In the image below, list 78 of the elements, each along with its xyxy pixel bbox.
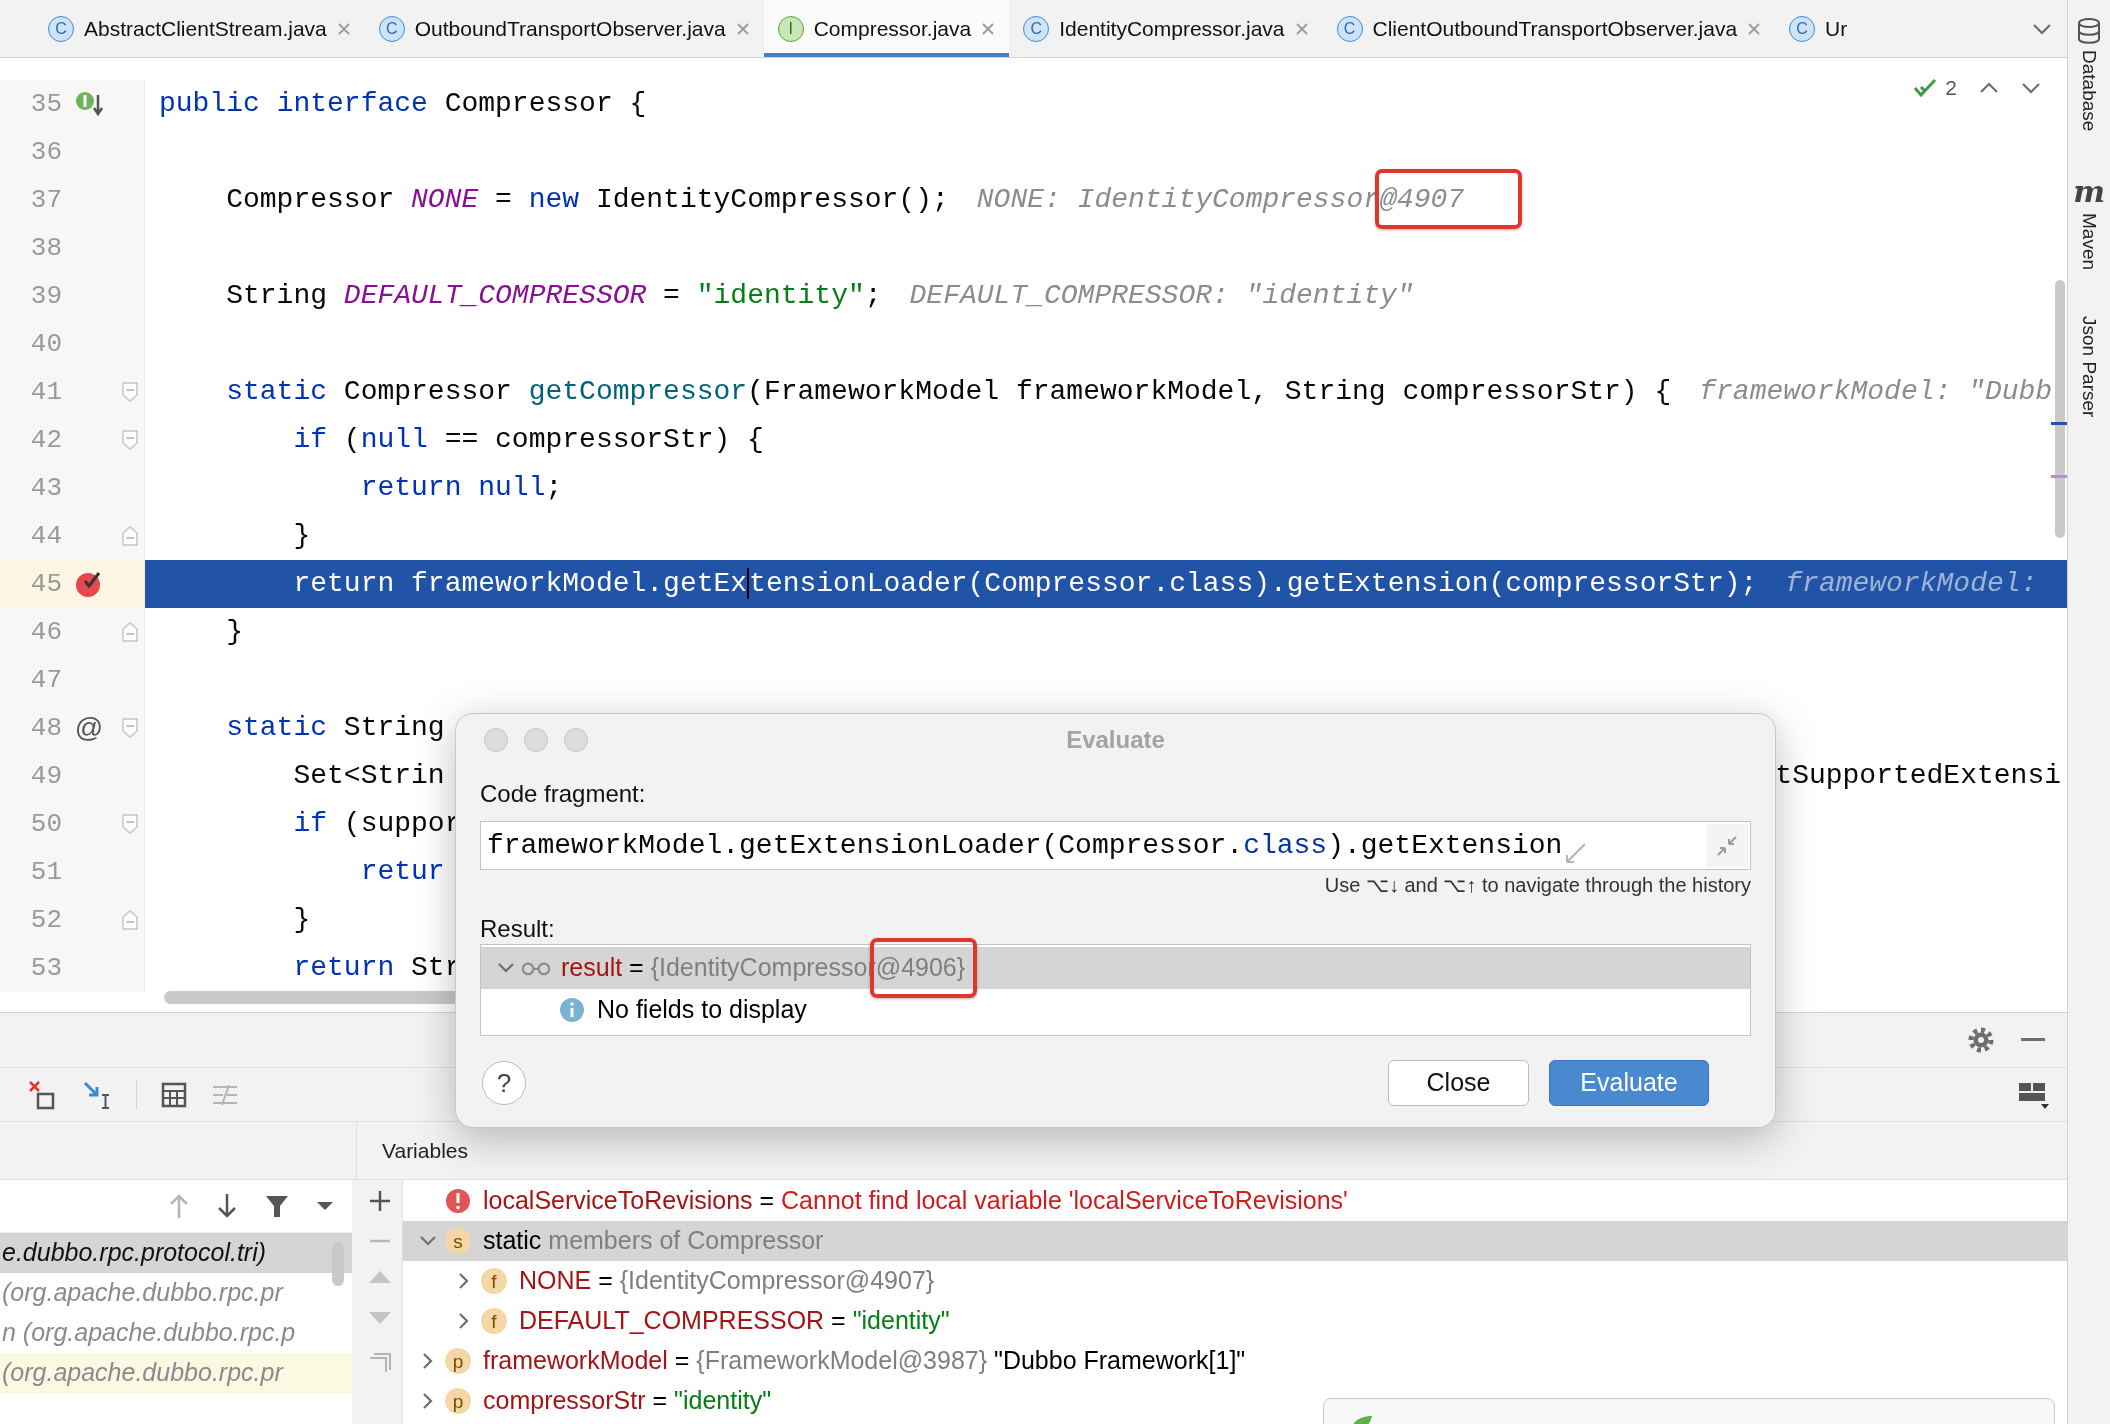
code-line: } — [225, 614, 243, 649]
code-line: Compressor NONE = new IdentityCompressor(); — [225, 182, 949, 217]
field-label: Code fragment: — [480, 780, 647, 808]
editor-tab[interactable]: C AbstractClientStream.java — [34, 0, 365, 57]
code-line: } — [292, 902, 311, 937]
editor-tab[interactable]: C OutboundTransportObserver.java — [364, 0, 764, 57]
code-line: if (null == compressorStr) { — [292, 422, 764, 457]
code-line: return frameworkModel.getExtensionLoader(Compressor.class).getExtension(compressorStr); — [292, 566, 1758, 601]
file-type-icon: I — [777, 15, 804, 42]
line-number: 44 — [29, 519, 62, 553]
code-line: retur — [359, 854, 445, 889]
line-number: 45 — [29, 567, 62, 601]
line-number: 49 — [29, 759, 62, 793]
line-number: 40 — [29, 327, 62, 361]
file-type-icon: C — [1336, 15, 1363, 42]
hint-text: Use ⌥↓ and ⌥↑ to navigate through the history — [1323, 873, 1751, 898]
file-type-icon: C — [1023, 15, 1050, 42]
editor-tab[interactable]: C IdentityCompressor.java — [1009, 0, 1323, 57]
inspection-count: 2 — [1945, 75, 1957, 101]
line-number: 43 — [29, 471, 62, 505]
annotation-symbol[interactable]: @ — [74, 714, 104, 742]
code-line: static Compressor getCompressor(FrameworkModel frameworkModel, String compressorStr) { — [225, 374, 1672, 409]
code-line: } — [292, 518, 311, 553]
editor-tab[interactable]: C ClientOutboundTransportObserver.java — [1322, 0, 1776, 57]
primary-button[interactable]: Evaluate — [1549, 1060, 1709, 1106]
line-number: 35 — [29, 87, 62, 121]
file-type-icon: C — [1789, 15, 1816, 42]
field-label: Result: — [480, 915, 556, 943]
line-number: 52 — [29, 903, 62, 937]
param-icon: p — [445, 1348, 471, 1374]
file-type-icon: C — [48, 15, 74, 42]
line-number: 41 — [29, 375, 62, 409]
code-input[interactable]: frameworkModel.getExtensionLoader(Compressor.class).getExtension — [480, 821, 1751, 870]
inline-hint: DEFAULT_COMPRESSOR: "identity" — [909, 278, 1414, 313]
tree-row[interactable]: No fields to display — [481, 989, 1750, 1031]
editor-tab[interactable]: C Ur — [1775, 0, 1862, 57]
code-line: return Str — [292, 950, 462, 985]
tree-row[interactable]: f NONE = {IdentityCompressor@4907} — [403, 1261, 2067, 1301]
field-icon: f — [481, 1308, 507, 1334]
file-type-icon: C — [378, 15, 405, 42]
tool-window-tab[interactable]: Maven — [2074, 213, 2104, 271]
field-icon: f — [481, 1268, 507, 1294]
code-line: if (suppor — [292, 806, 462, 841]
inline-hint: frameworkModel: — [1785, 566, 2038, 601]
dialog-title: Evaluate — [1066, 725, 1165, 755]
inline-hint: frameworkModel: "Dubb — [1699, 374, 2053, 409]
line-number: 39 — [29, 279, 62, 313]
code-line: String DEFAULT_COMPRESSOR = "identity"; — [225, 278, 882, 313]
line-number: 46 — [29, 615, 62, 649]
tool-window-tab[interactable]: Json Parser — [2074, 316, 2104, 418]
line-number: 42 — [29, 423, 62, 457]
line-number: 47 — [29, 663, 62, 697]
code-line: return null; — [359, 470, 563, 505]
line-number: 48 — [29, 711, 62, 745]
editor-tab[interactable]: I Compressor.java — [763, 0, 1010, 57]
line-number: 37 — [29, 183, 62, 217]
line-number: 51 — [29, 855, 62, 889]
tree-row[interactable]: f DEFAULT_COMPRESSOR = "identity" — [403, 1301, 2067, 1341]
code-line: public interface Compressor { — [159, 86, 647, 121]
static-icon: s — [445, 1228, 471, 1254]
secondary-button[interactable]: Close — [1388, 1060, 1529, 1106]
line-number: 36 — [29, 135, 62, 169]
help-button[interactable]: ? — [482, 1061, 526, 1105]
tool-icon[interactable]: m — [2073, 177, 2105, 208]
line-number: 50 — [29, 807, 62, 841]
tree-row[interactable]: localServiceToRevisions = Cannot find local variable 'localServiceToRevisions' — [403, 1181, 2067, 1221]
tree-row[interactable]: p frameworkModel = {FrameworkModel@3987} "Dubbo Framework[1]" — [403, 1341, 2067, 1381]
tool-window-tab[interactable]: Database — [2074, 50, 2104, 132]
code-line: static String — [225, 710, 445, 745]
line-number: 38 — [29, 231, 62, 265]
tree-row[interactable]: s static members of Compressor — [403, 1221, 2067, 1261]
stack-frame[interactable]: e.dubbo.rpc.protocol.tri) — [0, 1233, 352, 1273]
tree-row[interactable]: p compressorStr = "identity" — [403, 1381, 2067, 1421]
code-line: tSupportedExtensi — [1775, 758, 2062, 793]
param-icon: p — [445, 1388, 471, 1414]
line-number: 53 — [29, 951, 62, 985]
code-line: Set<Strin — [292, 758, 445, 793]
panel-title: Variables — [381, 1137, 468, 1164]
